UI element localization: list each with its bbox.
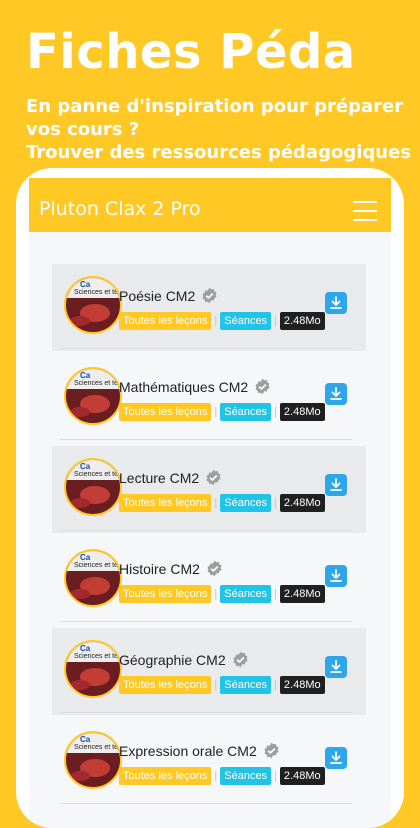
app-title: Pluton Clax 2 Pro xyxy=(39,198,201,220)
resource-thumbnail: Ca Sciences et technologie xyxy=(64,549,122,607)
row-divider xyxy=(60,621,352,622)
download-icon xyxy=(330,751,342,764)
list-item[interactable]: Ca Sciences et technologie Géographie CM… xyxy=(52,628,366,715)
tag-all-lessons[interactable]: Toutes les leçons xyxy=(119,312,212,330)
list-item[interactable]: Ca Sciences et technologie Lecture CM2 T… xyxy=(52,446,366,533)
tag-sessions[interactable]: Séances xyxy=(220,767,272,785)
row-divider xyxy=(60,712,352,713)
item-title: Histoire CM2 xyxy=(119,560,200,577)
download-button[interactable] xyxy=(325,747,347,769)
tag-all-lessons[interactable]: Toutes les leçons xyxy=(119,585,212,603)
item-title-row: Histoire CM2 xyxy=(119,560,223,577)
resource-thumbnail: Ca Sciences et technologie xyxy=(64,458,122,516)
hero-subtitle-line: En panne d'inspiration pour préparer xyxy=(26,96,404,117)
resource-list: Ca Sciences et technologie Poésie CM2 To… xyxy=(52,264,366,810)
download-icon xyxy=(330,478,342,491)
item-title: Poésie CM2 xyxy=(119,287,196,304)
resource-thumbnail: Ca Sciences et technologie xyxy=(64,640,122,698)
tag-sessions[interactable]: Séances xyxy=(220,494,272,512)
hero-subtitle-line: vos cours ? xyxy=(26,119,140,140)
hero-subtitle: En panne d'inspiration pour préparer vos… xyxy=(26,95,411,164)
item-title-row: Lecture CM2 xyxy=(119,469,222,486)
phone-frame: Pluton Clax 2 Pro Ca Sciences et technol… xyxy=(16,168,404,828)
file-size-badge: 2.48Mo xyxy=(279,585,325,603)
file-size-badge: 2.48Mo xyxy=(279,767,325,785)
download-button[interactable] xyxy=(325,292,347,314)
item-tags: Toutes les leçons | Séances | 2.48Mo xyxy=(119,767,325,785)
item-tags: Toutes les leçons | Séances | 2.48Mo xyxy=(119,312,325,330)
file-size-badge: 2.48Mo xyxy=(279,676,325,694)
app-bar: Pluton Clax 2 Pro xyxy=(29,178,391,232)
hamburger-menu-icon[interactable] xyxy=(353,201,377,221)
row-divider xyxy=(60,348,352,349)
verified-badge-icon xyxy=(202,287,217,304)
hero-subtitle-line: Trouver des ressources pédagogiques xyxy=(26,142,411,163)
list-item[interactable]: Ca Sciences et technologie Histoire CM2 … xyxy=(52,537,366,624)
download-icon xyxy=(330,296,342,309)
item-tags: Toutes les leçons | Séances | 2.48Mo xyxy=(119,585,325,603)
item-title-row: Mathématiques CM2 xyxy=(119,378,271,395)
item-title: Expression orale CM2 xyxy=(119,742,257,759)
tag-all-lessons[interactable]: Toutes les leçons xyxy=(119,767,212,785)
item-title-row: Géographie CM2 xyxy=(119,651,249,668)
verified-badge-icon xyxy=(264,742,279,759)
item-tags: Toutes les leçons | Séances | 2.48Mo xyxy=(119,403,325,421)
verified-badge-icon xyxy=(255,378,270,395)
file-size-badge: 2.48Mo xyxy=(279,312,325,330)
file-size-badge: 2.48Mo xyxy=(279,403,325,421)
item-tags: Toutes les leçons | Séances | 2.48Mo xyxy=(119,494,325,512)
tag-all-lessons[interactable]: Toutes les leçons xyxy=(119,403,212,421)
tag-sessions[interactable]: Séances xyxy=(220,403,272,421)
verified-badge-icon xyxy=(207,560,222,577)
hero-title: Fiches Péda xyxy=(26,24,356,80)
download-button[interactable] xyxy=(325,474,347,496)
verified-badge-icon xyxy=(206,469,221,486)
file-size-badge: 2.48Mo xyxy=(279,494,325,512)
tag-all-lessons[interactable]: Toutes les leçons xyxy=(119,494,212,512)
resource-thumbnail: Ca Sciences et technologie xyxy=(64,731,122,789)
row-divider xyxy=(60,803,352,804)
download-button[interactable] xyxy=(325,656,347,678)
download-button[interactable] xyxy=(325,565,347,587)
download-icon xyxy=(330,569,342,582)
tag-sessions[interactable]: Séances xyxy=(220,585,272,603)
row-divider xyxy=(60,439,352,440)
download-icon xyxy=(330,387,342,400)
resource-thumbnail: Ca Sciences et technologie xyxy=(64,276,122,334)
item-title: Lecture CM2 xyxy=(119,469,200,486)
item-title: Mathématiques CM2 xyxy=(119,378,249,395)
verified-badge-icon xyxy=(233,651,248,668)
tag-all-lessons[interactable]: Toutes les leçons xyxy=(119,676,212,694)
list-item[interactable]: Ca Sciences et technologie Expression or… xyxy=(52,719,366,806)
resource-thumbnail: Ca Sciences et technologie xyxy=(64,367,122,425)
item-title-row: Poésie CM2 xyxy=(119,287,218,304)
download-button[interactable] xyxy=(325,383,347,405)
item-title-row: Expression orale CM2 xyxy=(119,742,280,759)
download-icon xyxy=(330,660,342,673)
item-tags: Toutes les leçons | Séances | 2.48Mo xyxy=(119,676,325,694)
row-divider xyxy=(60,530,352,531)
tag-sessions[interactable]: Séances xyxy=(220,312,272,330)
list-item[interactable]: Ca Sciences et technologie Poésie CM2 To… xyxy=(52,264,366,351)
list-item[interactable]: Ca Sciences et technologie Mathématiques… xyxy=(52,355,366,442)
content-area: Ca Sciences et technologie Poésie CM2 To… xyxy=(29,232,391,828)
item-title: Géographie CM2 xyxy=(119,651,226,668)
tag-sessions[interactable]: Séances xyxy=(220,676,272,694)
